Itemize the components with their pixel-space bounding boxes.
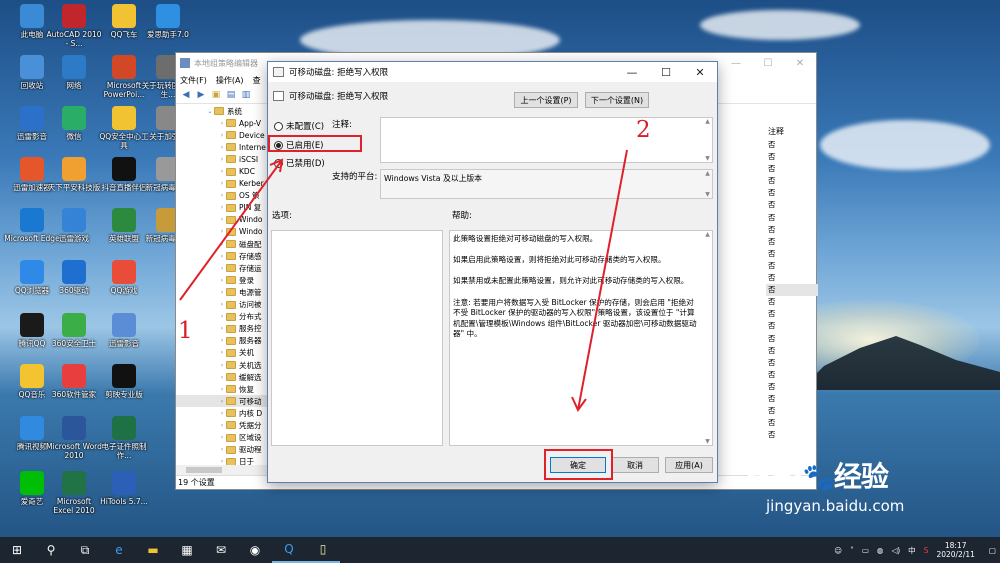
baidu-watermark: Bai🐾经验 jingyan.baidu.com: [745, 455, 904, 515]
jingyan-text: 经验: [833, 460, 889, 493]
sogou-icon[interactable]: S: [924, 546, 929, 555]
baidu-logo-text: Bai: [745, 455, 804, 495]
volume-icon[interactable]: ◁): [891, 546, 900, 555]
clock[interactable]: 18:17 2020/2/11: [936, 541, 974, 559]
ime-language[interactable]: 中: [908, 545, 916, 556]
show-hidden-icons[interactable]: ˄: [850, 546, 854, 555]
network-icon[interactable]: ◍: [877, 546, 884, 555]
system-tray: ☺ ˄ ▭ ◍ ◁) 中 S 18:17 2020/2/11 ▢: [830, 537, 1000, 563]
people-icon[interactable]: ☺: [834, 546, 842, 555]
search-icon[interactable]: ⚲: [34, 537, 68, 563]
notification-center-icon[interactable]: ▢: [989, 546, 996, 555]
edge-icon[interactable]: e: [102, 537, 136, 563]
arrow-2: [571, 149, 628, 412]
start-windows-icon[interactable]: ⊞: [0, 537, 34, 563]
watermark-url: jingyan.baidu.com: [766, 497, 905, 515]
clock-time: 18:17: [944, 541, 967, 550]
notepad-icon[interactable]: ▯: [306, 537, 340, 563]
taskbar: ⊞ ⚲ ⧉ e ▬ ▦ ✉ ◉ Q ▯ ☺ ˄ ▭ ◍ ◁) 中 S 18:17…: [0, 537, 1000, 563]
arrow-1: [179, 158, 284, 301]
clock-date: 2020/2/11: [936, 550, 975, 559]
file-explorer-icon[interactable]: ▬: [136, 537, 170, 563]
display-icon[interactable]: ▭: [862, 546, 869, 555]
store-icon[interactable]: ▦: [170, 537, 204, 563]
media-player-icon[interactable]: ◉: [238, 537, 272, 563]
task-view-icon[interactable]: ⧉: [68, 537, 102, 563]
mail-icon[interactable]: ✉: [204, 537, 238, 563]
paw-icon: 🐾: [802, 463, 835, 493]
qq-browser-icon[interactable]: Q: [272, 537, 306, 563]
